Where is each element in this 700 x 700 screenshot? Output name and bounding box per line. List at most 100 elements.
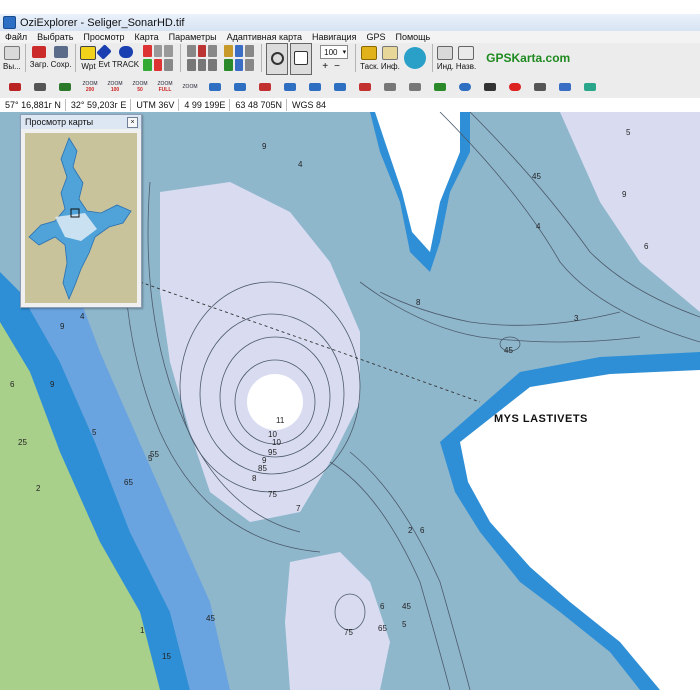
zoom-100-button[interactable]: ZOOM 100	[104, 77, 126, 97]
depth-label: 6	[644, 242, 649, 251]
zoom-plus-minus[interactable]: +−	[322, 61, 346, 72]
tool-button[interactable]	[479, 77, 501, 97]
task-button[interactable]: Таск.	[360, 43, 379, 73]
status-bar: 57° 16,881г N 32° 59,203г E UTM 36V 4 99…	[0, 98, 700, 113]
depth-label: 4	[298, 160, 303, 169]
display-icon	[234, 59, 244, 71]
info-icon	[382, 46, 399, 60]
longitude-readout: 32° 59,203г E	[66, 99, 132, 111]
zoom-select[interactable]: 100	[320, 45, 349, 60]
track-button[interactable]: TRACK	[112, 43, 139, 73]
save-button[interactable]: Сохр.	[51, 43, 71, 73]
depth-label: 85	[258, 464, 267, 473]
tool-button[interactable]	[454, 77, 476, 97]
depth-label: 2	[408, 526, 413, 535]
depth-label: 9	[60, 322, 65, 331]
gps-tool-button[interactable]	[279, 77, 301, 97]
gps-icon	[259, 82, 271, 91]
menu-navigation[interactable]: Навигация	[307, 32, 361, 42]
menu-parameters[interactable]: Параметры	[164, 32, 222, 42]
show-icon	[208, 45, 218, 57]
app-icon	[3, 16, 16, 29]
measure-button[interactable]	[4, 77, 26, 97]
route-button[interactable]	[29, 77, 51, 97]
display-group[interactable]	[222, 43, 256, 73]
zoom-50-button[interactable]: ZOOM 50	[129, 77, 151, 97]
magnifier-button[interactable]	[266, 43, 289, 75]
lock-icon	[361, 46, 378, 60]
gps-icon	[284, 82, 296, 91]
show-hide-group[interactable]	[185, 43, 219, 73]
gps-tool-button[interactable]	[329, 77, 351, 97]
gps-tool-button[interactable]	[304, 77, 326, 97]
zoom-control[interactable]: 100 +−	[317, 43, 351, 73]
menu-adaptive-map[interactable]: Адаптивная карта	[222, 32, 307, 42]
track-tools-group[interactable]	[141, 43, 175, 73]
depth-label: 1	[140, 626, 145, 635]
stop-icon	[509, 82, 521, 91]
tool-button[interactable]	[379, 77, 401, 97]
menu-view[interactable]: Просмотр	[78, 32, 129, 42]
track-tool-icon	[153, 45, 163, 57]
depth-label: 5	[92, 428, 97, 437]
gps-tool-button[interactable]	[254, 77, 276, 97]
map-window-icon	[294, 51, 309, 65]
gps-tool-button[interactable]	[354, 77, 376, 97]
gps-tool-button[interactable]	[229, 77, 251, 97]
tool-button[interactable]	[529, 77, 551, 97]
exit-icon	[3, 46, 20, 60]
zoom-200-button[interactable]: ZOOM 200	[79, 77, 101, 97]
depth-label: 15	[162, 652, 171, 661]
latitude-readout: 57° 16,881г N	[0, 99, 66, 111]
menu-map[interactable]: Карта	[130, 32, 164, 42]
menu-select[interactable]: Выбрать	[32, 32, 78, 42]
exit-button[interactable]: Вы...	[3, 43, 21, 73]
gps-icon	[209, 82, 221, 91]
track-icon	[118, 46, 133, 58]
tool-button[interactable]	[579, 77, 601, 97]
depth-label: 6	[380, 602, 385, 611]
secondary-toolbar: ZOOM 200 ZOOM 100 ZOOM 50 ZOOM FULL ZOOM	[0, 75, 700, 99]
ruler-icon	[9, 82, 21, 91]
depth-label: 5	[402, 620, 407, 629]
depth-label: 8	[252, 474, 257, 483]
show-icon	[187, 59, 196, 71]
zoom-custom-button[interactable]: ZOOM	[179, 77, 201, 97]
index-button[interactable]: Инд.	[437, 43, 454, 73]
map-list-button[interactable]	[54, 77, 76, 97]
map-preview-panel: Просмотр карты ×	[20, 114, 142, 308]
track-tool-icon	[143, 45, 152, 57]
depth-label: 5	[626, 128, 631, 137]
gps-tool-button[interactable]	[204, 77, 226, 97]
depth-label: 65	[378, 624, 387, 633]
name-button[interactable]: Назв.	[456, 43, 476, 73]
depth-label: 2	[36, 484, 41, 493]
close-icon[interactable]: ×	[127, 117, 138, 128]
menu-file[interactable]: Файл	[0, 32, 32, 42]
waypoint-icon	[80, 46, 97, 60]
depth-label: 25	[18, 438, 27, 447]
load-icon	[32, 46, 47, 58]
menu-gps[interactable]: GPS	[361, 32, 390, 42]
menu-help[interactable]: Помощь	[390, 32, 435, 42]
place-label: MYS LASTIVETS	[494, 413, 588, 425]
map-window-button[interactable]	[290, 43, 313, 75]
gps-icon	[234, 82, 246, 91]
show-icon	[208, 59, 218, 71]
route-icon	[34, 82, 46, 91]
brand-link[interactable]: GPSKarta.com	[486, 51, 570, 65]
info-button[interactable]: Инф.	[381, 43, 400, 73]
event-button[interactable]: Evt	[96, 43, 113, 73]
tool-button[interactable]	[404, 77, 426, 97]
depth-label: 45	[206, 614, 215, 623]
tool-button[interactable]	[554, 77, 576, 97]
preview-map[interactable]	[25, 133, 137, 303]
preview-header: Просмотр карты ×	[21, 115, 141, 129]
pan-arrows-button[interactable]	[402, 43, 428, 73]
tool-button[interactable]	[504, 77, 526, 97]
utm-zone-readout: UTM 36V	[131, 99, 180, 111]
zoom-full-button[interactable]: ZOOM FULL	[154, 77, 176, 97]
load-button[interactable]: Загр.	[30, 43, 49, 73]
waypoint-button[interactable]: Wpt	[80, 43, 97, 73]
tool-button[interactable]	[429, 77, 451, 97]
